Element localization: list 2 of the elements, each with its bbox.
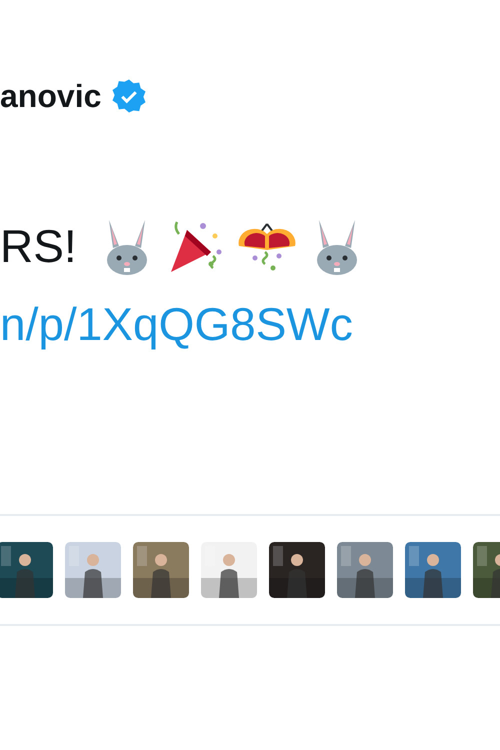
- display-name[interactable]: anovic: [0, 76, 102, 116]
- tweet-text: RS!: [0, 219, 77, 273]
